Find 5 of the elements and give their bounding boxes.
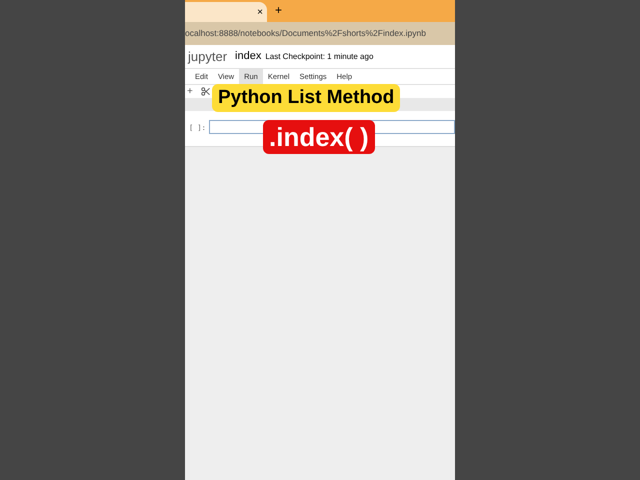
code-caption-overlay: .index( ) [263,120,375,154]
title-caption-overlay: Python List Method [212,84,400,112]
checkpoint-text: Last Checkpoint: 1 minute ago [265,50,374,62]
jupyter-logo: jupyter [188,48,228,66]
url-text: ocalhost:8888/notebooks/Documents%2Fshorts%2Findex.ipynb [185,27,426,40]
